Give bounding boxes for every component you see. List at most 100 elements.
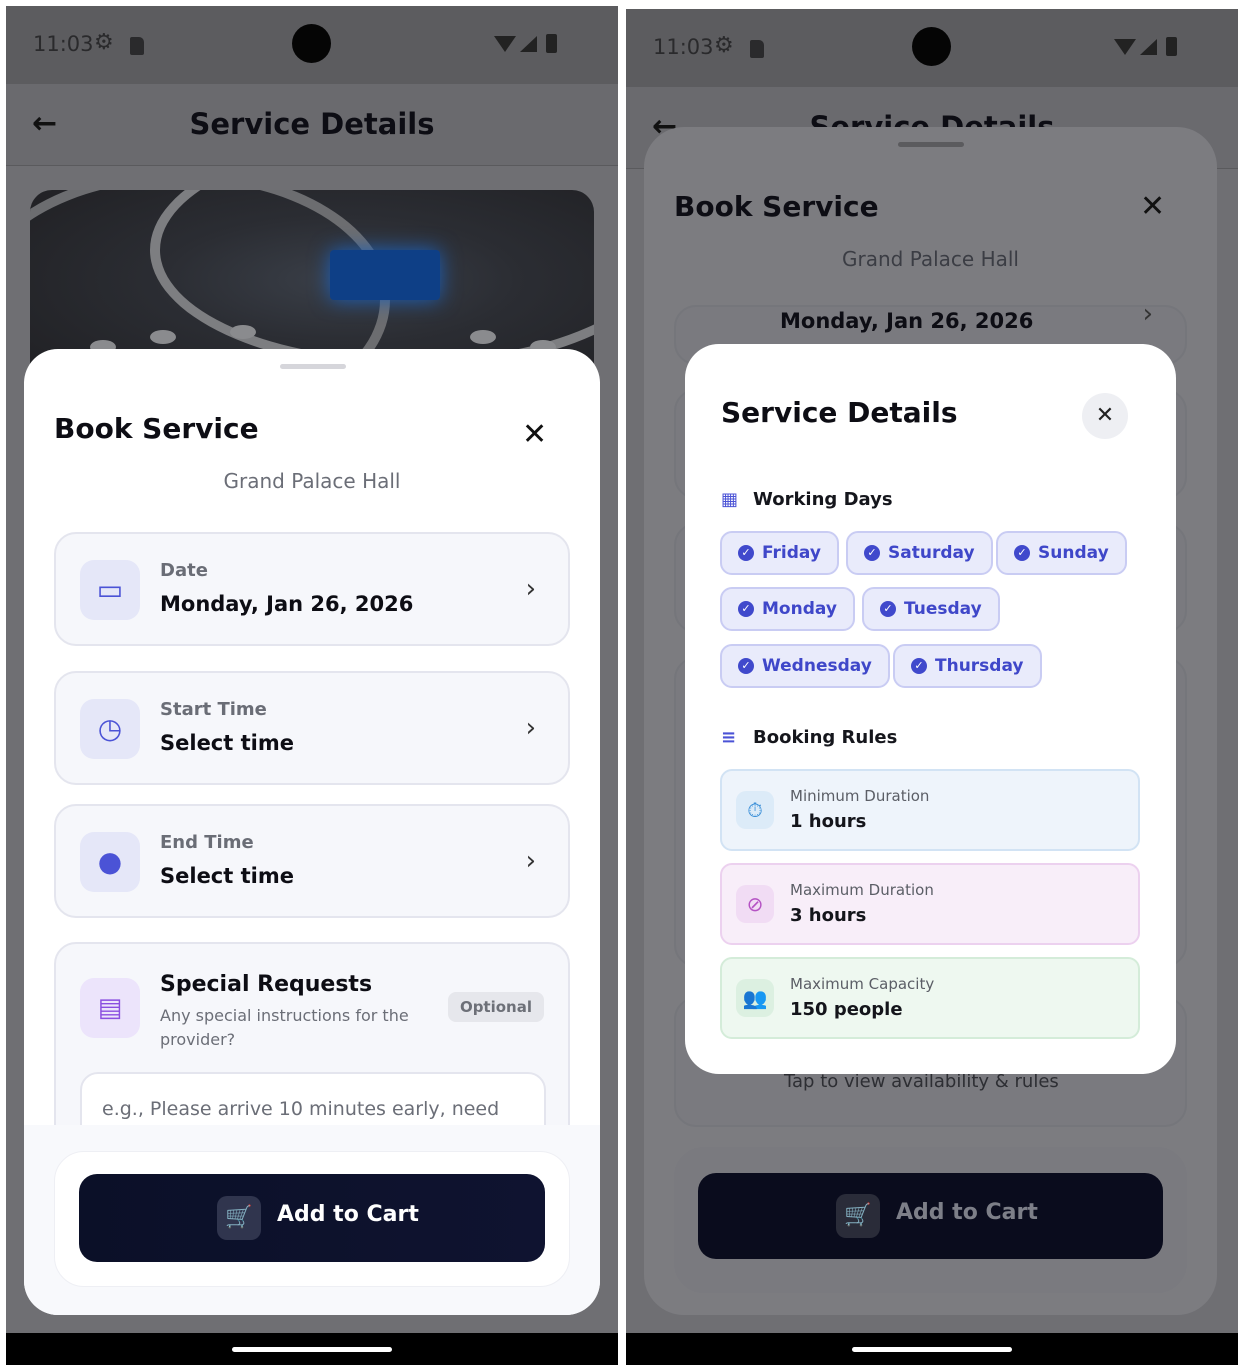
booking-rules-label: Booking Rules bbox=[753, 727, 898, 748]
chevron-right-icon: › bbox=[525, 846, 536, 876]
sd-card-icon bbox=[750, 40, 764, 58]
banquet-table bbox=[150, 330, 176, 344]
start-time-label: Start Time bbox=[160, 699, 267, 720]
date-value: Monday, Jan 26, 2026 bbox=[780, 309, 1034, 333]
add-to-cart-label: Add to Cart bbox=[896, 1200, 1038, 1225]
working-days-heading: ▦ Working Days bbox=[721, 489, 893, 510]
day-chip-tuesday: ✓ Tuesday bbox=[862, 587, 1000, 631]
settings-status-icon: ⚙ bbox=[714, 33, 734, 58]
day-chip-label: Sunday bbox=[1038, 543, 1109, 563]
timer-off-icon: ⊘ bbox=[736, 885, 774, 923]
sheet-footer: 🛒 Add to Cart bbox=[674, 1147, 1187, 1293]
day-chip-label: Monday bbox=[762, 599, 837, 619]
day-chip-thursday: ✓ Thursday bbox=[893, 644, 1042, 688]
rule-label: Maximum Capacity bbox=[790, 975, 935, 993]
battery-icon bbox=[546, 34, 557, 53]
chevron-right-icon: › bbox=[525, 713, 536, 743]
page-title: Service Details bbox=[189, 107, 435, 141]
rule-value: 1 hours bbox=[790, 811, 867, 832]
check-circle-icon: ✓ bbox=[738, 658, 754, 674]
chevron-right-icon: › bbox=[525, 574, 536, 604]
sheet-footer: 🛒 Add to Cart bbox=[24, 1125, 600, 1315]
rules-list-icon: ≡ bbox=[721, 727, 737, 748]
special-requests-description: Any special instructions for the provide… bbox=[160, 1006, 409, 1049]
signal-icon bbox=[520, 36, 537, 52]
working-days-label: Working Days bbox=[753, 489, 893, 510]
start-time-field[interactable]: ◷ Start Time Select time › bbox=[54, 671, 570, 785]
sd-card-icon bbox=[130, 37, 144, 55]
check-circle-icon: ✓ bbox=[738, 601, 754, 617]
check-circle-icon: ✓ bbox=[911, 658, 927, 674]
cart-icon: 🛒 bbox=[836, 1194, 880, 1238]
day-chip-friday: ✓ Friday bbox=[720, 531, 839, 575]
sheet-title: Book Service bbox=[54, 412, 259, 445]
end-time-field[interactable]: ● End Time Select time › bbox=[54, 804, 570, 918]
home-gesture-pill[interactable] bbox=[232, 1347, 392, 1352]
chevron-right-icon: › bbox=[1142, 299, 1153, 329]
banquet-table bbox=[470, 330, 496, 344]
availability-hint: Tap to view availability & rules bbox=[784, 1071, 1059, 1092]
check-circle-icon: ✓ bbox=[1014, 545, 1030, 561]
close-icon[interactable]: ✕ bbox=[1140, 192, 1165, 222]
rule-label: Minimum Duration bbox=[790, 787, 930, 805]
end-time-label: End Time bbox=[160, 832, 254, 853]
date-label: Date bbox=[160, 560, 208, 581]
close-icon[interactable]: ✕ bbox=[1082, 393, 1128, 439]
camera-cutout bbox=[292, 24, 331, 63]
check-circle-icon: ✓ bbox=[738, 545, 754, 561]
battery-icon bbox=[1166, 37, 1177, 56]
banquet-table bbox=[230, 325, 256, 339]
book-service-sheet: Book Service ✕ Grand Palace Hall ▭ Date … bbox=[24, 349, 600, 1315]
status-icons bbox=[494, 34, 574, 54]
calendar-icon: ▭ bbox=[80, 560, 140, 620]
special-requests-title: Special Requests bbox=[160, 972, 373, 997]
special-requests-placeholder: e.g., Please arrive 10 minutes early, ne… bbox=[102, 1098, 500, 1120]
footer-container: 🛒 Add to Cart bbox=[54, 1151, 570, 1287]
day-chip-sunday: ✓ Sunday bbox=[996, 531, 1127, 575]
add-to-cart-button[interactable]: 🛒 Add to Cart bbox=[79, 1174, 545, 1262]
day-chip-label: Wednesday bbox=[762, 656, 872, 676]
status-time: 11:03 bbox=[653, 35, 714, 59]
status-icons bbox=[1114, 37, 1194, 57]
rule-value: 3 hours bbox=[790, 905, 867, 926]
rule-minimum-duration: ⏱ Minimum Duration 1 hours bbox=[720, 769, 1140, 851]
clock-filled-icon: ● bbox=[80, 832, 140, 892]
cart-icon: 🛒 bbox=[217, 1196, 261, 1240]
sheet-drag-handle[interactable] bbox=[280, 364, 346, 369]
rule-value: 150 people bbox=[790, 999, 903, 1020]
date-field[interactable]: ▭ Date Monday, Jan 26, 2026 › bbox=[54, 532, 570, 646]
check-circle-icon: ✓ bbox=[864, 545, 880, 561]
settings-status-icon: ⚙ bbox=[94, 30, 114, 55]
rule-maximum-capacity: 👥 Maximum Capacity 150 people bbox=[720, 957, 1140, 1039]
day-chip-wednesday: ✓ Wednesday bbox=[720, 644, 890, 688]
day-chip-label: Thursday bbox=[935, 656, 1024, 676]
add-to-cart-label: Add to Cart bbox=[277, 1202, 419, 1227]
clock-icon: ◷ bbox=[80, 699, 140, 759]
day-chip-label: Friday bbox=[762, 543, 821, 563]
check-circle-icon: ✓ bbox=[880, 601, 896, 617]
status-time: 11:03 bbox=[33, 32, 94, 56]
status-bar: 11:03 ⚙ bbox=[6, 6, 618, 84]
rule-label: Maximum Duration bbox=[790, 881, 934, 899]
wifi-icon bbox=[494, 36, 516, 52]
day-chip-monday: ✓ Monday bbox=[720, 587, 855, 631]
service-name: Grand Palace Hall bbox=[223, 469, 401, 493]
add-to-cart-button[interactable]: 🛒 Add to Cart bbox=[698, 1173, 1163, 1259]
sheet-title: Book Service bbox=[674, 190, 879, 223]
modal-title: Service Details bbox=[721, 396, 958, 429]
people-icon: 👥 bbox=[736, 979, 774, 1017]
document-icon: ▤ bbox=[80, 978, 140, 1038]
system-nav-bar bbox=[6, 1333, 618, 1365]
day-chip-label: Tuesday bbox=[904, 599, 982, 619]
phone-screen-booking: 11:03 ⚙ ← Service Details Book Service ✕… bbox=[6, 6, 618, 1365]
close-icon[interactable]: ✕ bbox=[522, 420, 547, 450]
day-chip-label: Saturday bbox=[888, 543, 975, 563]
home-gesture-pill[interactable] bbox=[852, 1347, 1012, 1352]
stage-screen bbox=[330, 250, 440, 300]
status-bar: 11:03 ⚙ bbox=[626, 9, 1238, 87]
optional-badge: Optional bbox=[447, 992, 544, 1022]
signal-icon bbox=[1140, 39, 1157, 55]
phone-screen-service-details: 11:03 ⚙ ← Service Details Book Service ✕… bbox=[626, 9, 1238, 1365]
sheet-drag-handle[interactable] bbox=[898, 142, 964, 147]
camera-cutout bbox=[912, 27, 951, 66]
